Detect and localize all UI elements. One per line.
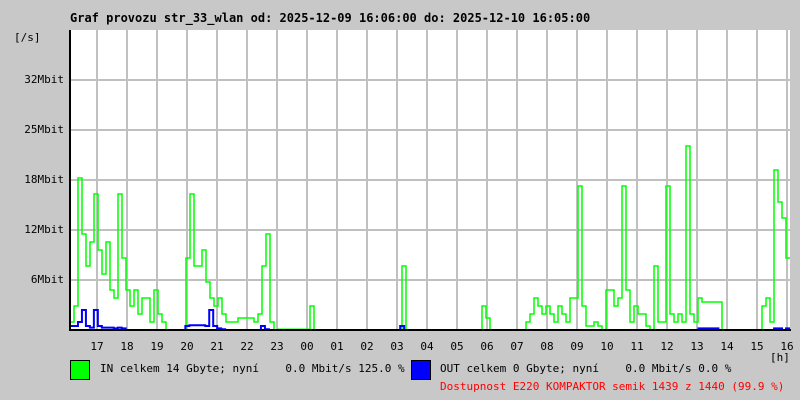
out-legend-text: OUT celkem 0 Gbyte; nyní 0.0 Mbit/s 0.0 … (440, 362, 732, 375)
x-tick-label: 21 (210, 340, 224, 353)
x-tick-label: 00 (300, 340, 314, 353)
x-tick-label: 08 (540, 340, 554, 353)
x-tick-label: 02 (360, 340, 374, 353)
y-tick-label: 25Mbit (24, 123, 64, 136)
x-tick-label: 09 (570, 340, 584, 353)
x-tick-label: 22 (240, 340, 254, 353)
x-tick-label: 18 (120, 340, 134, 353)
in-legend-swatch (70, 360, 90, 380)
out-legend-swatch (411, 360, 431, 380)
x-tick-label: 14 (720, 340, 734, 353)
x-tick-label: 01 (330, 340, 344, 353)
y-tick-label: 12Mbit (24, 223, 64, 236)
x-tick-label: 17 (90, 340, 104, 353)
x-tick-label: 13 (690, 340, 704, 353)
x-tick-label: 23 (270, 340, 284, 353)
y-tick-label: 32Mbit (24, 73, 64, 86)
x-tick-label: 10 (600, 340, 614, 353)
x-tick-label: 07 (510, 340, 524, 353)
x-tick-label: 20 (180, 340, 194, 353)
y-tick-label: 18Mbit (24, 173, 64, 186)
x-tick-label: 06 (480, 340, 494, 353)
availability-text: Dostupnost E220 KOMPAKTOR semik 1439 z 1… (440, 380, 785, 393)
x-axis-unit: [h] (770, 351, 790, 364)
x-tick-label: 19 (150, 340, 164, 353)
x-tick-label: 12 (660, 340, 674, 353)
y-tick-label: 6Mbit (30, 273, 64, 286)
x-tick-label: 05 (450, 340, 464, 353)
x-tick-label: 11 (630, 340, 644, 353)
x-tick-label: 15 (750, 340, 764, 353)
in-legend-text: IN celkem 14 Gbyte; nyní 0.0 Mbit/s 125.… (100, 362, 405, 375)
x-tick-label: 04 (420, 340, 434, 353)
x-tick-label: 03 (390, 340, 404, 353)
